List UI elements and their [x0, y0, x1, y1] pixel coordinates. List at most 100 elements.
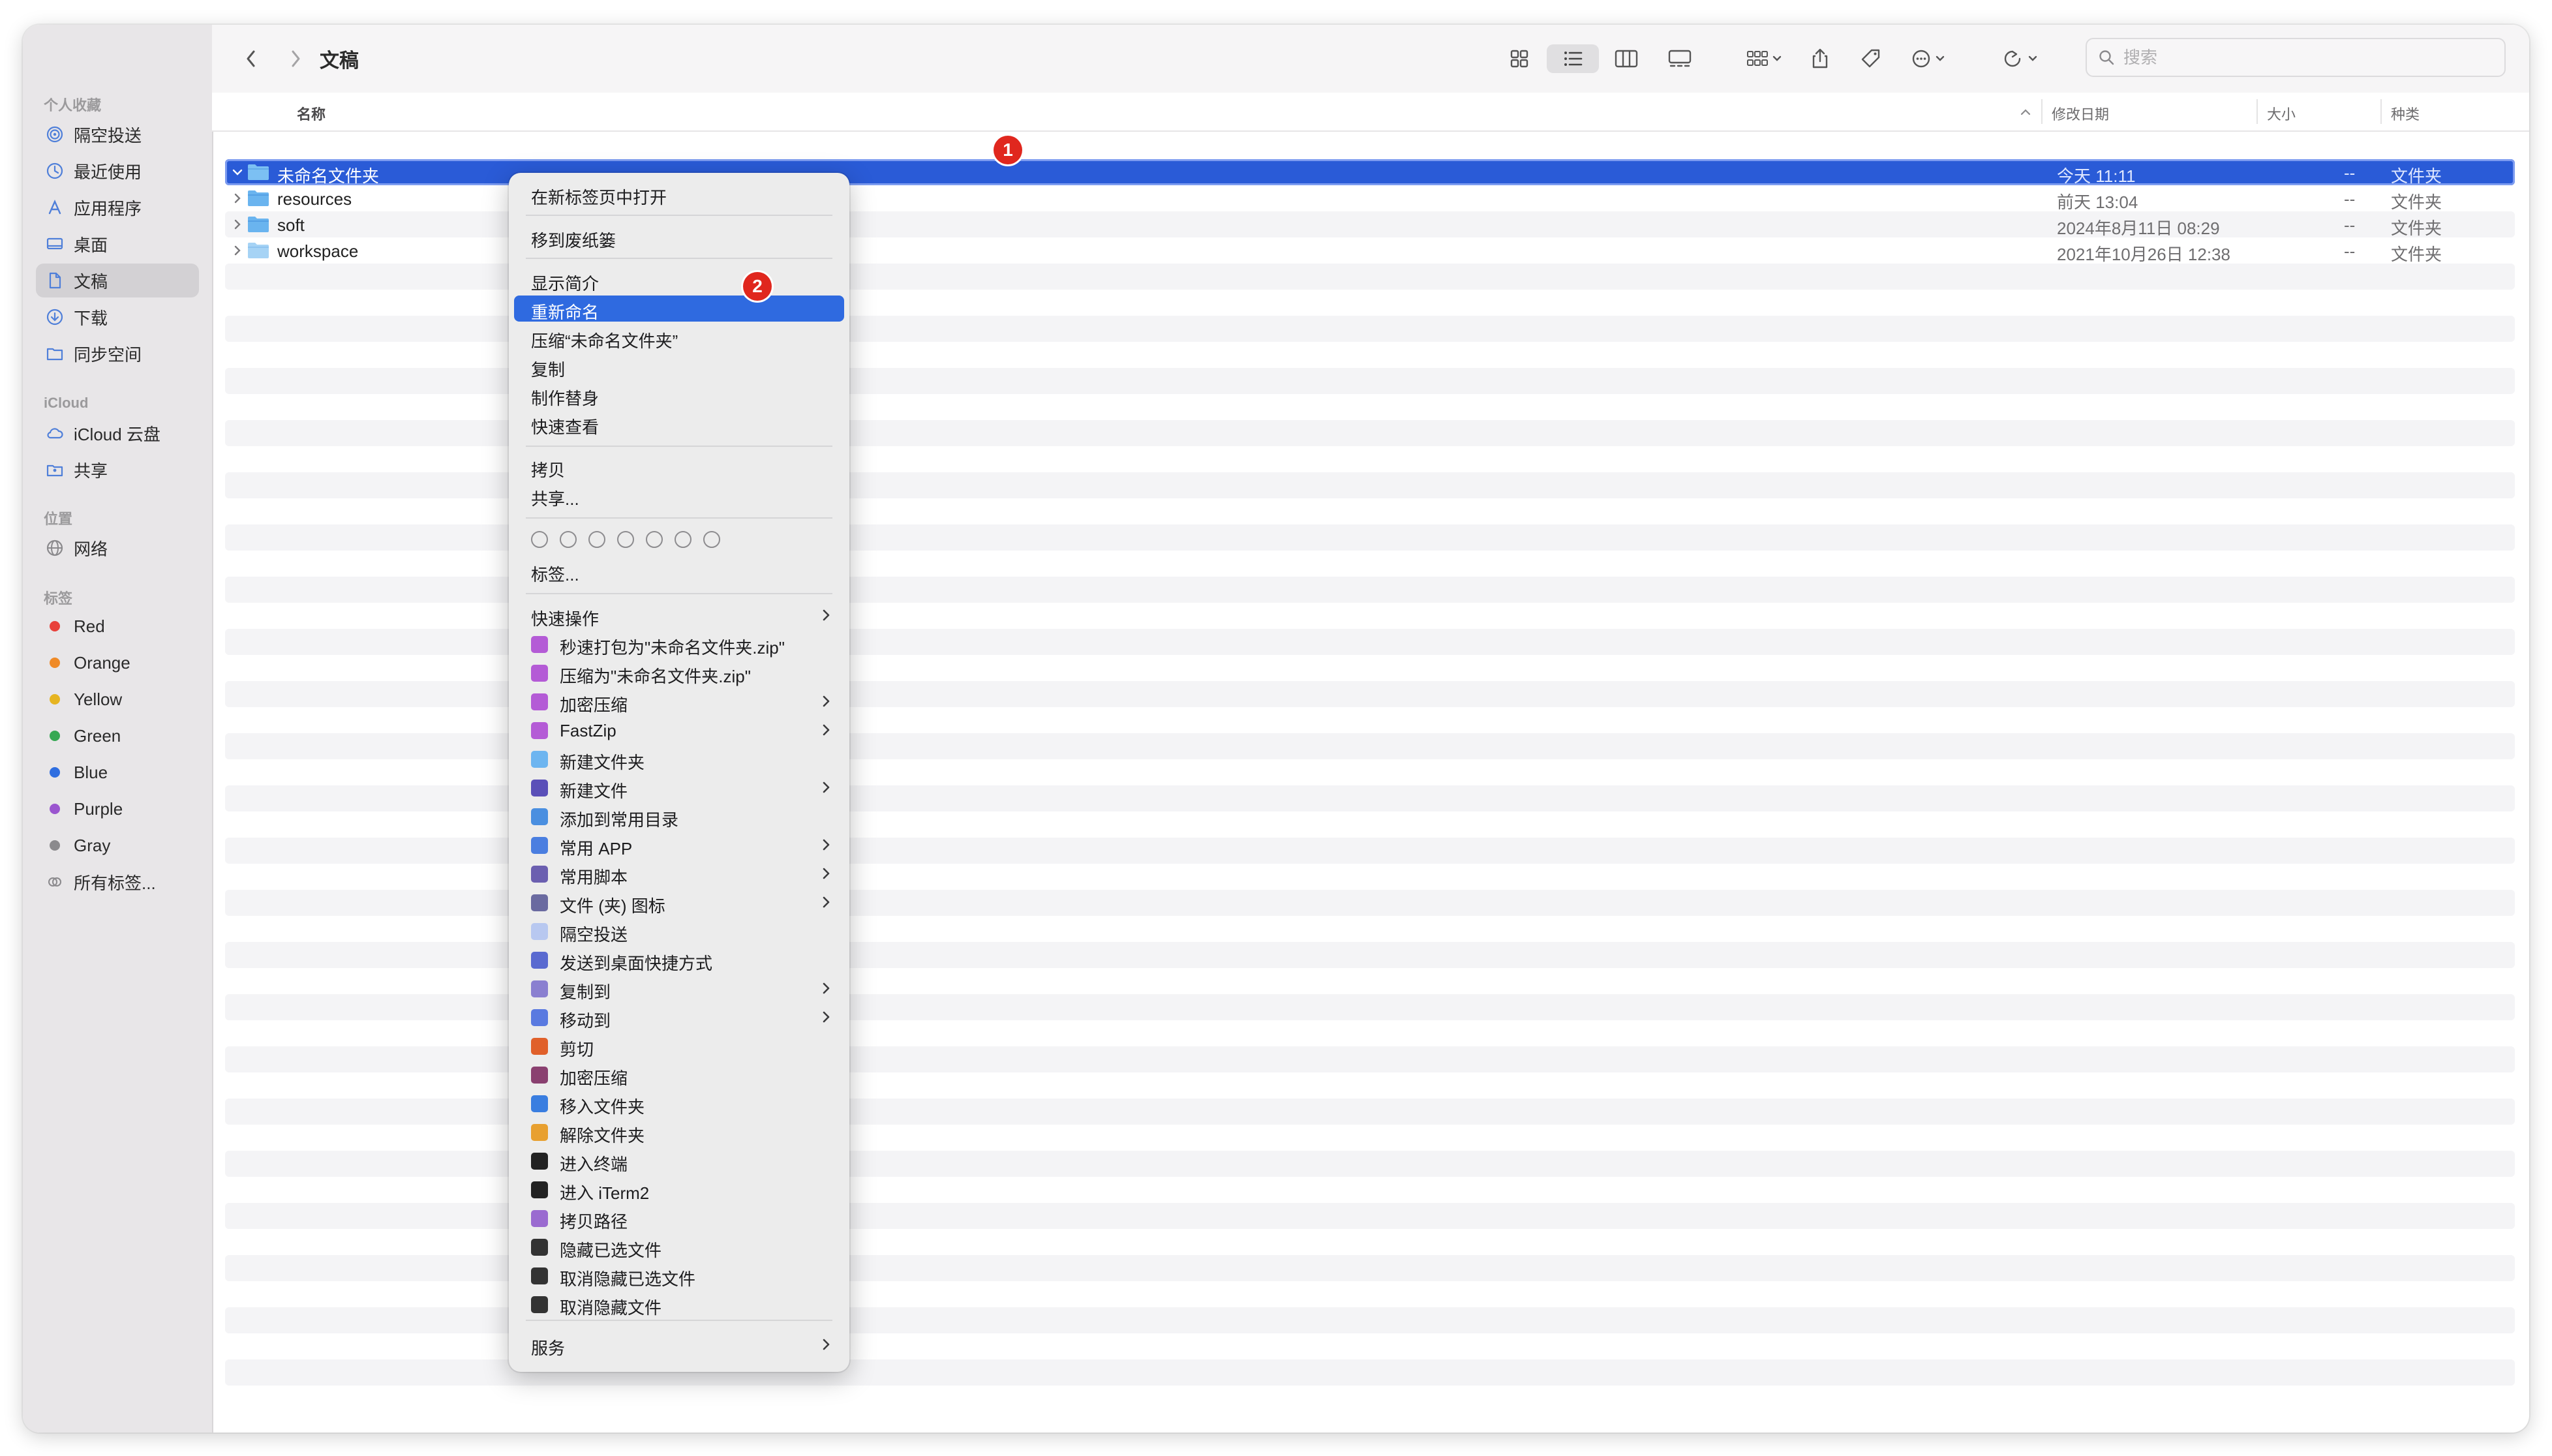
column-header-size[interactable]: 大小: [2267, 103, 2296, 124]
menu-item-extension[interactable]: 剪切: [514, 1033, 844, 1059]
forward-button[interactable]: [282, 44, 309, 73]
menu-item-extension[interactable]: 取消隐藏已选文件: [514, 1262, 844, 1289]
menu-item-make-alias[interactable]: 制作替身: [514, 382, 844, 408]
sidebar-item-documents[interactable]: 文稿: [36, 264, 199, 297]
menu-item-extension[interactable]: 压缩为"未命名文件夹.zip": [514, 660, 844, 686]
menu-item-extension[interactable]: 移动到: [514, 1004, 844, 1031]
script-icon: [531, 866, 548, 883]
chevron-left-icon: [247, 50, 255, 67]
menu-item-extension[interactable]: 进入终端: [514, 1147, 844, 1174]
sidebar-tag-red[interactable]: Red: [36, 609, 199, 643]
sidebar-tag-purple[interactable]: Purple: [36, 792, 199, 826]
menu-item-get-info[interactable]: 显示简介: [514, 267, 844, 294]
menu-item-extension[interactable]: 发送到桌面快捷方式: [514, 947, 844, 973]
menu-item-extension[interactable]: 新建文件夹: [514, 746, 844, 772]
search-field[interactable]: [2086, 38, 2506, 77]
column-header-kind[interactable]: 种类: [2391, 103, 2420, 124]
menu-item-services[interactable]: 服务: [514, 1331, 844, 1358]
sidebar-item-icloud-drive[interactable]: iCloud 云盘: [36, 416, 199, 450]
menu-item-extension[interactable]: 新建文件: [514, 774, 844, 801]
sidebar-item-desktop[interactable]: 桌面: [36, 227, 199, 261]
menu-item-extension[interactable]: 解除文件夹: [514, 1119, 844, 1145]
sidebar-item-applications[interactable]: 应用程序: [36, 190, 199, 224]
menu-item-extension[interactable]: 常用 APP: [514, 832, 844, 858]
disclosure-right-icon[interactable]: [229, 216, 246, 233]
file-kind: 文件夹: [2391, 166, 2442, 186]
menu-item-extension[interactable]: 进入 iTerm2: [514, 1176, 844, 1203]
column-separator[interactable]: [2256, 99, 2258, 124]
tag-dot-icon: [50, 804, 60, 814]
tag-circle[interactable]: [703, 531, 720, 548]
sidebar-item-sync-space[interactable]: 同步空间: [36, 337, 199, 371]
disclosure-right-icon[interactable]: [229, 242, 246, 259]
menu-item-extension[interactable]: 秒速打包为"未命名文件夹.zip": [514, 631, 844, 658]
menu-item-extension[interactable]: FastZip: [514, 717, 844, 743]
menu-item-open-new-tab[interactable]: 在新标签页中打开: [514, 181, 844, 207]
icon-view-button[interactable]: [1502, 44, 1536, 73]
sidebar-item-recents[interactable]: 最近使用: [36, 154, 199, 188]
menu-item-extension[interactable]: 加密压缩: [514, 1061, 844, 1088]
menu-item-extension[interactable]: 常用脚本: [514, 860, 844, 887]
file-modified: 前天 13:04: [2057, 192, 2138, 212]
menu-item-move-to-trash[interactable]: 移到废纸篓: [514, 224, 844, 250]
column-header-name[interactable]: 名称: [297, 103, 326, 124]
sidebar-tag-blue[interactable]: Blue: [36, 755, 199, 789]
sidebar-tag-green[interactable]: Green: [36, 719, 199, 753]
menu-item-extension[interactable]: 取消隐藏文件: [514, 1291, 844, 1318]
tag-button[interactable]: [1855, 44, 1887, 73]
menu-item-copy[interactable]: 拷贝: [514, 453, 844, 480]
sidebar-tag-gray[interactable]: Gray: [36, 828, 199, 862]
menu-item-tags[interactable]: 标签...: [514, 558, 844, 584]
list-view-button[interactable]: [1547, 44, 1599, 73]
chevron-right-icon: [823, 982, 830, 994]
chevron-right-icon: [823, 1339, 830, 1350]
sidebar-tag-orange[interactable]: Orange: [36, 646, 199, 680]
column-separator[interactable]: [2380, 99, 2382, 124]
tag-circle[interactable]: [560, 531, 577, 548]
sidebar-item-airdrop[interactable]: 隔空投送: [36, 117, 199, 151]
airdrop-icon: [45, 125, 65, 144]
disclosure-down-icon[interactable]: [229, 164, 246, 181]
menu-item-duplicate[interactable]: 复制: [514, 353, 844, 380]
menu-item-extension[interactable]: 移入文件夹: [514, 1090, 844, 1117]
search-input[interactable]: [2122, 46, 2490, 68]
column-separator[interactable]: [2041, 99, 2043, 124]
folder-icon: [531, 751, 548, 768]
tag-circle[interactable]: [675, 531, 691, 548]
gallery-view-button[interactable]: [1662, 44, 1698, 73]
sidebar-item-downloads[interactable]: 下载: [36, 300, 199, 334]
extension-button[interactable]: [1996, 44, 2048, 73]
sidebar-tag-yellow[interactable]: Yellow: [36, 682, 199, 716]
menu-item-quick-look[interactable]: 快速查看: [514, 410, 844, 437]
disclosure-right-icon[interactable]: [229, 190, 246, 207]
tag-circle[interactable]: [531, 531, 548, 548]
menu-item-quick-actions[interactable]: 快速操作: [514, 602, 844, 629]
action-button[interactable]: [1906, 44, 1955, 73]
back-button[interactable]: [238, 44, 264, 73]
menu-item-compress[interactable]: 压缩“未命名文件夹”: [514, 324, 844, 351]
sidebar-item-all-tags[interactable]: 所有标签...: [36, 865, 199, 899]
tag-circle[interactable]: [588, 531, 605, 548]
menu-item-extension[interactable]: 加密压缩: [514, 688, 844, 715]
menu-item-extension[interactable]: 添加到常用目录: [514, 803, 844, 830]
sidebar-item-network[interactable]: 网络: [36, 531, 199, 565]
group-grid-icon: [1747, 51, 1782, 66]
sidebar-item-shared[interactable]: 共享: [36, 453, 199, 487]
sidebar-item-label: iCloud 云盘: [74, 424, 160, 444]
menu-item-share[interactable]: 共享...: [514, 482, 844, 509]
menu-item-rename[interactable]: 重新命名: [514, 296, 844, 322]
column-view-button[interactable]: [1608, 44, 1645, 73]
menu-item-extension[interactable]: 复制到: [514, 975, 844, 1002]
menu-item-extension[interactable]: 隐藏已选文件: [514, 1234, 844, 1260]
chevron-right-icon: [823, 695, 830, 707]
column-header-modified[interactable]: 修改日期: [2052, 103, 2109, 124]
menu-item-extension[interactable]: 隔空投送: [514, 918, 844, 945]
menu-item-extension[interactable]: 文件 (夹) 图标: [514, 889, 844, 916]
tag-circle[interactable]: [617, 531, 634, 548]
menu-item-label: 进入 iTerm2: [560, 1183, 650, 1203]
group-button[interactable]: [1739, 44, 1791, 73]
share-button[interactable]: [1804, 44, 1836, 73]
shortcut-icon: [531, 952, 548, 969]
tag-circle[interactable]: [646, 531, 663, 548]
menu-item-extension[interactable]: 拷贝路径: [514, 1205, 844, 1232]
